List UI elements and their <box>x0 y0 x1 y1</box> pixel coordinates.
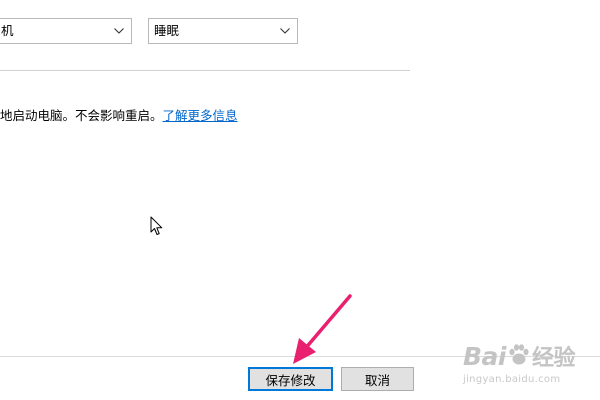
paw-icon <box>507 343 531 373</box>
dropdown-left-value: 机 <box>1 24 14 38</box>
chevron-down-icon <box>107 19 131 43</box>
learn-more-link[interactable]: 了解更多信息 <box>163 108 238 123</box>
save-changes-button[interactable]: 保存修改 <box>248 367 333 391</box>
section-divider <box>0 70 410 71</box>
dropdown-left[interactable]: 机 <box>0 18 132 44</box>
baidu-jingyan-watermark: Bai 经验 jingyan.baidu.com <box>455 338 600 400</box>
mouse-pointer-icon <box>150 216 163 235</box>
watermark-logo: Bai 经验 <box>463 342 576 373</box>
info-text: 地启动电脑。不会影响重启。 <box>0 108 163 123</box>
dropdown-sleep-value: 睡眠 <box>154 24 180 38</box>
watermark-url: jingyan.baidu.com <box>463 374 561 385</box>
info-text-line: 地启动电脑。不会影响重启。了解更多信息 <box>0 107 238 125</box>
cancel-button[interactable]: 取消 <box>341 367 414 391</box>
chevron-down-icon <box>273 19 297 43</box>
dropdown-sleep[interactable]: 睡眠 <box>148 18 298 44</box>
